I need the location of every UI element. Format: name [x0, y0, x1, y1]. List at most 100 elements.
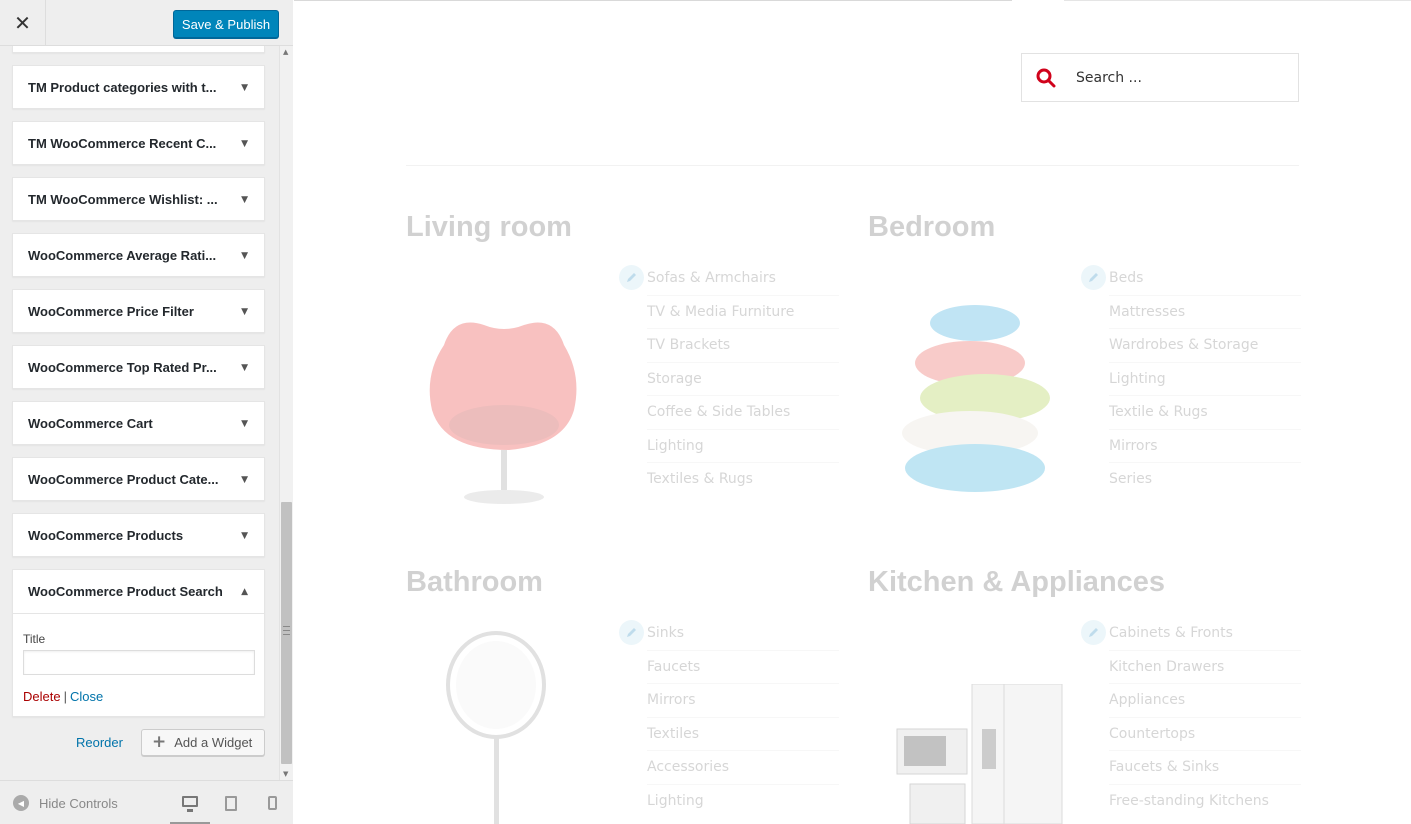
category-link[interactable]: Kitchen Drawers — [1109, 651, 1301, 684]
widget-item[interactable]: TM Product categories with t... ▼ — [12, 65, 265, 109]
expand-arrow-icon[interactable]: ▼ — [241, 458, 248, 502]
sidebar-scrollbar[interactable]: ▲ ▼ — [279, 46, 293, 780]
close-widget-link[interactable]: Close — [70, 689, 103, 704]
widget-title: TM WooCommerce Wishlist: ... — [28, 192, 218, 207]
widget-title: TM WooCommerce Recent C... — [28, 136, 217, 151]
category-link[interactable]: Beds — [1109, 262, 1301, 296]
category-link[interactable]: Faucets — [647, 651, 839, 684]
edit-shortcut-pencil-icon[interactable] — [1081, 265, 1106, 290]
category-title[interactable]: Bathroom — [406, 566, 543, 599]
category-link[interactable]: Mattresses — [1109, 296, 1301, 329]
plus-icon: + — [152, 732, 167, 752]
delete-widget-link[interactable]: Delete — [23, 689, 61, 704]
add-widget-label: Add a Widget — [174, 735, 253, 750]
search-input[interactable] — [1076, 54, 1286, 101]
widget-item[interactable]: WooCommerce Products ▼ — [12, 513, 265, 557]
category-link[interactable]: Series — [1109, 463, 1301, 497]
widget-item[interactable]: TM WooCommerce Wishlist: ... ▼ — [12, 177, 265, 221]
expand-arrow-icon[interactable]: ▼ — [241, 290, 248, 334]
category-link[interactable]: Wardrobes & Storage — [1109, 329, 1301, 363]
expand-arrow-icon[interactable]: ▼ — [241, 234, 248, 278]
category-link[interactable]: Textiles — [647, 718, 839, 751]
category-link[interactable]: Appliances — [1109, 684, 1301, 718]
desktop-icon — [182, 796, 198, 812]
title-field-input[interactable] — [23, 650, 255, 675]
widget-title: WooCommerce Average Rati... — [28, 248, 217, 263]
category-link[interactable]: Storage — [647, 363, 839, 396]
widget-partial[interactable] — [12, 46, 265, 53]
scrollbar-thumb[interactable] — [281, 502, 292, 764]
mirror-image[interactable] — [434, 630, 564, 824]
category-link[interactable]: Accessories — [647, 751, 839, 785]
hide-controls-label: Hide Controls — [39, 795, 118, 811]
widget-item[interactable]: WooCommerce Cart ▼ — [12, 401, 265, 445]
expand-arrow-icon[interactable]: ▼ — [241, 514, 248, 558]
category-title[interactable]: Bedroom — [868, 211, 995, 244]
search-icon[interactable] — [1036, 68, 1056, 88]
scroll-down-arrow-icon[interactable]: ▼ — [283, 770, 288, 778]
header-divider — [294, 0, 1012, 1]
collapse-sidebar-icon: ◀ — [13, 795, 29, 811]
category-link[interactable]: Lighting — [1109, 363, 1301, 396]
content-divider — [406, 165, 1299, 166]
collapse-arrow-icon[interactable]: ▲ — [241, 570, 248, 614]
widget-title: WooCommerce Cart — [28, 416, 153, 431]
edit-shortcut-pencil-icon[interactable] — [619, 620, 644, 645]
customizer-footer: ◀ Hide Controls — [0, 780, 293, 824]
edit-shortcut-pencil-icon[interactable] — [619, 265, 644, 290]
category-link[interactable]: Textile & Rugs — [1109, 396, 1301, 430]
expand-arrow-icon[interactable]: ▼ — [241, 402, 248, 446]
category-links: Sinks Faucets Mirrors Textiles Accessori… — [647, 617, 839, 818]
edit-shortcut-pencil-icon[interactable] — [1081, 620, 1106, 645]
widget-item[interactable]: WooCommerce Top Rated Pr... ▼ — [12, 345, 265, 389]
site-preview: Living room Sofas & Armchairs TV & Media… — [294, 0, 1411, 824]
search-form — [1021, 53, 1299, 102]
category-link[interactable]: Countertops — [1109, 718, 1301, 751]
scroll-up-arrow-icon[interactable]: ▲ — [283, 48, 288, 56]
category-link[interactable]: Lighting — [647, 785, 839, 819]
widget-title: WooCommerce Product Search — [28, 584, 223, 599]
preview-tablet-button[interactable] — [211, 781, 251, 824]
category-link[interactable]: Sinks — [647, 617, 839, 651]
preview-mobile-button[interactable] — [252, 781, 292, 824]
pillows-image[interactable] — [890, 298, 1070, 508]
reorder-link[interactable]: Reorder — [76, 735, 123, 750]
category-link[interactable]: Faucets & Sinks — [1109, 751, 1301, 785]
category-links: Beds Mattresses Wardrobes & Storage Ligh… — [1109, 262, 1301, 497]
category-link[interactable]: Cabinets & Fronts — [1109, 617, 1301, 651]
mobile-icon — [267, 796, 277, 810]
widget-item[interactable]: TM WooCommerce Recent C... ▼ — [12, 121, 265, 165]
header-divider — [1064, 0, 1411, 1]
grip-icon — [283, 626, 290, 635]
expand-arrow-icon[interactable]: ▼ — [241, 346, 248, 390]
category-title[interactable]: Kitchen & Appliances — [868, 566, 1165, 599]
category-link[interactable]: Mirrors — [647, 684, 839, 718]
armchair-image[interactable] — [414, 305, 594, 510]
widget-title: WooCommerce Product Cate... — [28, 472, 219, 487]
category-link[interactable]: TV & Media Furniture — [647, 296, 839, 329]
widget-header[interactable]: WooCommerce Product Search ▲ — [13, 570, 264, 614]
category-link[interactable]: Coffee & Side Tables — [647, 396, 839, 430]
close-customizer-button[interactable]: ✕ — [0, 0, 46, 46]
category-links: Cabinets & Fronts Kitchen Drawers Applia… — [1109, 617, 1301, 818]
category-title[interactable]: Living room — [406, 211, 572, 244]
customizer-sidebar: ✕ Save & Publish TM Product categories w… — [0, 0, 293, 824]
add-widget-button[interactable]: + Add a Widget — [141, 729, 265, 756]
save-publish-button[interactable]: Save & Publish — [173, 10, 279, 38]
expand-arrow-icon[interactable]: ▼ — [241, 66, 248, 110]
widget-item[interactable]: WooCommerce Price Filter ▼ — [12, 289, 265, 333]
widget-item[interactable]: WooCommerce Average Rati... ▼ — [12, 233, 265, 277]
widget-actions: Delete | Close — [23, 689, 103, 704]
hide-controls-button[interactable]: ◀ Hide Controls — [13, 781, 118, 824]
category-link[interactable]: Mirrors — [1109, 430, 1301, 463]
expand-arrow-icon[interactable]: ▼ — [241, 178, 248, 222]
category-link[interactable]: Lighting — [647, 430, 839, 463]
category-link[interactable]: TV Brackets — [647, 329, 839, 363]
category-link[interactable]: Free-standing Kitchens — [1109, 785, 1301, 819]
widget-item[interactable]: WooCommerce Product Cate... ▼ — [12, 457, 265, 501]
category-link[interactable]: Sofas & Armchairs — [647, 262, 839, 296]
preview-desktop-button[interactable] — [170, 781, 210, 824]
category-link[interactable]: Textiles & Rugs — [647, 463, 839, 497]
kitchen-appliances-image[interactable] — [892, 684, 1067, 824]
expand-arrow-icon[interactable]: ▼ — [241, 122, 248, 166]
